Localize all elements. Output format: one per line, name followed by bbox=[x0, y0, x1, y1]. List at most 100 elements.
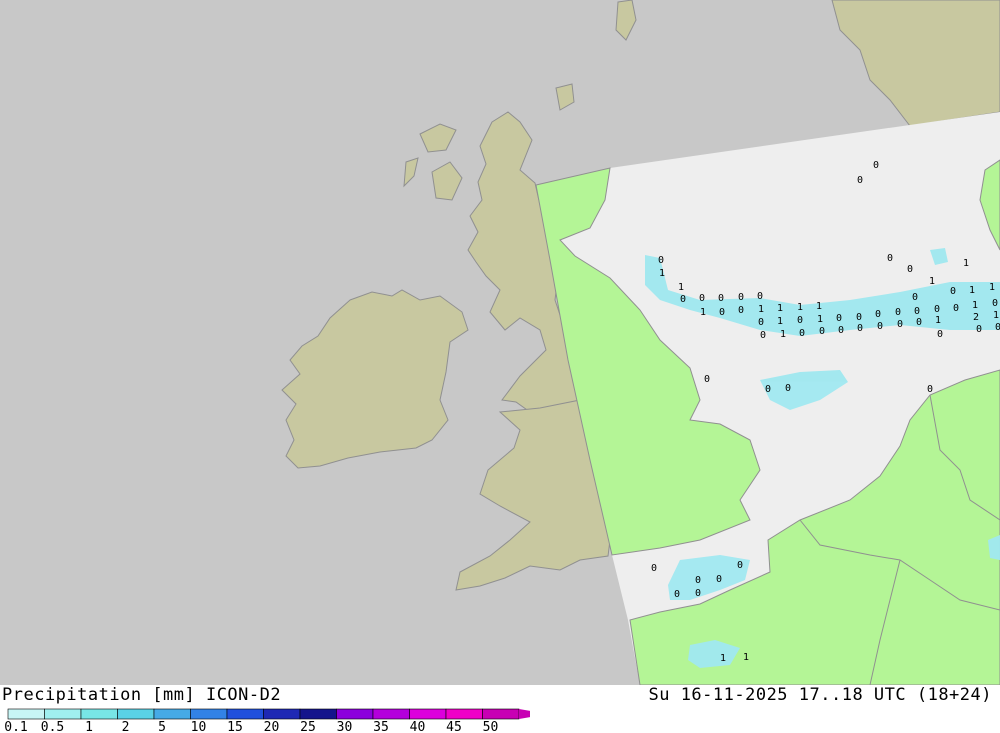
cell-value: 1 bbox=[720, 653, 726, 664]
cell-value: 0 bbox=[760, 330, 766, 341]
cell-value: 0 bbox=[934, 304, 940, 315]
cell-value: 0 bbox=[819, 326, 825, 337]
cell-value: 0 bbox=[651, 563, 657, 574]
cell-value: 0 bbox=[757, 291, 763, 302]
cell-value: 1 bbox=[700, 307, 706, 318]
legend-tick-label: 5 bbox=[158, 720, 166, 733]
cell-value: 0 bbox=[737, 560, 743, 571]
cell-value: 2 bbox=[973, 312, 979, 323]
legend-swatch bbox=[7, 708, 45, 720]
cell-value: 1 bbox=[777, 316, 783, 327]
cell-value: 0 bbox=[877, 321, 883, 332]
legend-tick-label: 10 bbox=[191, 720, 207, 733]
legend-swatch bbox=[80, 708, 118, 720]
legend-arrow bbox=[519, 709, 530, 719]
cell-value: 0 bbox=[695, 575, 701, 586]
cell-value: 0 bbox=[857, 175, 863, 186]
legend-swatch bbox=[372, 708, 410, 720]
legend-tick-label: 35 bbox=[373, 720, 389, 733]
cell-value: 0 bbox=[838, 325, 844, 336]
legend-swatch bbox=[190, 708, 228, 720]
cell-value: 0 bbox=[738, 292, 744, 303]
legend-swatch bbox=[117, 708, 155, 720]
cell-value: 0 bbox=[912, 292, 918, 303]
legend-swatch bbox=[445, 708, 483, 720]
legend-tick-label: 1 bbox=[85, 720, 93, 733]
cell-value: 1 bbox=[993, 310, 999, 321]
cell-value: 1 bbox=[963, 258, 969, 269]
cell-value: 1 bbox=[816, 301, 822, 312]
cell-value: 0 bbox=[927, 384, 933, 395]
product-label: Precipitation [mm] ICON-D2 bbox=[2, 685, 282, 705]
cell-value: 1 bbox=[678, 282, 684, 293]
cell-value: 0 bbox=[895, 307, 901, 318]
cell-value: 0 bbox=[953, 303, 959, 314]
cell-value: 0 bbox=[680, 294, 686, 305]
cell-value: 0 bbox=[785, 383, 791, 394]
legend-tick-label: 40 bbox=[410, 720, 426, 733]
legend-swatch bbox=[226, 708, 264, 720]
legend-tick-label: 45 bbox=[446, 720, 462, 733]
cell-value: 0 bbox=[719, 307, 725, 318]
cell-value: 1 bbox=[969, 285, 975, 296]
legend-swatch bbox=[299, 708, 337, 720]
cell-value: 1 bbox=[817, 314, 823, 325]
precipitation-legend: 0.1 0.5 1 2 5 10 15 20 25 30 35 40 45 50 bbox=[4, 708, 530, 733]
cell-value: 1 bbox=[777, 303, 783, 314]
cell-value: 0 bbox=[914, 306, 920, 317]
cell-value: 0 bbox=[937, 329, 943, 340]
cell-value: 0 bbox=[897, 319, 903, 330]
cell-value: 0 bbox=[758, 317, 764, 328]
cell-value: 0 bbox=[857, 323, 863, 334]
cell-value: 0 bbox=[718, 293, 724, 304]
cell-value: 0 bbox=[856, 312, 862, 323]
cell-value: 0 bbox=[950, 286, 956, 297]
cell-value: 1 bbox=[989, 282, 995, 293]
cell-value: 0 bbox=[916, 317, 922, 328]
cell-value: 1 bbox=[797, 302, 803, 313]
cell-value: 1 bbox=[780, 329, 786, 340]
legend-tick-label: 25 bbox=[300, 720, 316, 733]
cell-value: 1 bbox=[758, 304, 764, 315]
cell-value: 0 bbox=[799, 328, 805, 339]
legend-tick-label: 0.1 bbox=[4, 720, 27, 733]
cell-value: 0 bbox=[695, 588, 701, 599]
legend-tick-label: 50 bbox=[483, 720, 499, 733]
cell-value: 0 bbox=[658, 255, 664, 266]
legend-tick-label: 30 bbox=[337, 720, 353, 733]
cell-value: 0 bbox=[765, 384, 771, 395]
legend-swatch bbox=[44, 708, 82, 720]
legend-swatch bbox=[263, 708, 301, 720]
cell-value: 0 bbox=[887, 253, 893, 264]
legend-swatches bbox=[7, 708, 530, 720]
cell-value: 0 bbox=[704, 374, 710, 385]
cell-value: 0 bbox=[738, 305, 744, 316]
cell-value: 0 bbox=[976, 324, 982, 335]
legend-tick-label: 15 bbox=[227, 720, 243, 733]
cell-value: 0 bbox=[992, 298, 998, 309]
legend-tick-label: 0.5 bbox=[41, 720, 64, 733]
legend-swatch bbox=[336, 708, 374, 720]
cell-value: 1 bbox=[929, 276, 935, 287]
legend-tick-label: 2 bbox=[122, 720, 130, 733]
cell-value: 0 bbox=[674, 589, 680, 600]
cell-value: 0 bbox=[875, 309, 881, 320]
cell-value: 0 bbox=[873, 160, 879, 171]
legend-swatch bbox=[409, 708, 447, 720]
cell-value: 0 bbox=[716, 574, 722, 585]
cell-value: 0 bbox=[995, 322, 1000, 333]
precipitation-map: 000110 0 0 0 000110 1 101 0 0 1 1 1 10 1 0 1 0 0 0 0 0 0 0 1 00 1… bbox=[0, 0, 1000, 685]
cell-value: 1 bbox=[743, 652, 749, 663]
cell-value: 0 bbox=[699, 293, 705, 304]
cell-value: 0 bbox=[797, 315, 803, 326]
cell-value: 1 bbox=[935, 315, 941, 326]
valid-time-label: Su 16-11-2025 17..18 UTC (18+24) bbox=[648, 685, 992, 705]
cell-value: 1 bbox=[972, 300, 978, 311]
legend-tick-label: 20 bbox=[264, 720, 280, 733]
cell-value: 1 bbox=[659, 268, 665, 279]
legend-swatch bbox=[482, 708, 520, 720]
cell-value: 0 bbox=[907, 264, 913, 275]
cell-value: 0 bbox=[836, 313, 842, 324]
legend-swatch bbox=[153, 708, 191, 720]
legend-labels: 0.1 0.5 1 2 5 10 15 20 25 30 35 40 45 50 bbox=[4, 720, 498, 733]
